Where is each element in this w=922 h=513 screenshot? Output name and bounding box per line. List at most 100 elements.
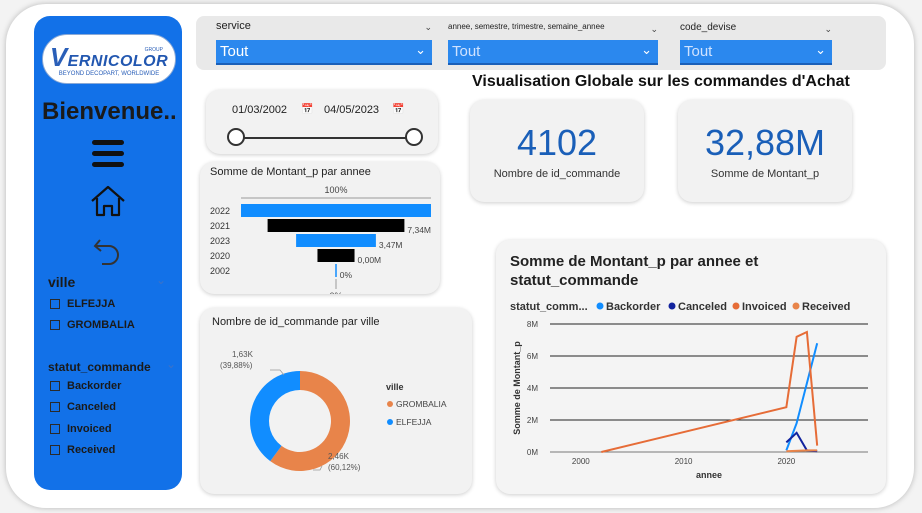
kpi-commandes-value: 4102 <box>516 122 598 163</box>
line-y-tick-label: 6M <box>527 352 538 361</box>
line-chart-card: Somme de Montant_p par annee et statut_c… <box>496 240 886 494</box>
donut-legend-label: GROMBALIA <box>396 399 447 409</box>
statut-chevron-icon[interactable]: ⌄ <box>166 357 176 371</box>
page-heading: Visualisation Globale sur les commandes … <box>472 73 850 90</box>
line-legend-marker <box>792 302 800 310</box>
line-y-tick-label: 8M <box>527 320 538 329</box>
line-x-tick-label: 2020 <box>777 457 795 466</box>
line-series-invoiced <box>601 330 819 453</box>
funnel-bar <box>296 234 376 247</box>
ville-chevron-icon[interactable]: ⌄ <box>156 273 166 287</box>
funnel-category-label: 2021 <box>210 221 230 231</box>
funnel-category-label: 2002 <box>210 266 230 276</box>
funnel-bar <box>241 204 431 217</box>
funnel-data-label: 3,47M <box>379 240 403 250</box>
donut-label-value: 1,63K <box>232 350 254 359</box>
donut-leader-line <box>270 369 285 376</box>
funnel-bar <box>335 264 337 277</box>
funnel-data-label: 0% <box>340 270 353 280</box>
ville-option-elfejja[interactable]: ELFEJJA <box>50 298 115 310</box>
service-filter: service ⌄ Tout ⌄ <box>216 20 432 65</box>
logo-tagline: BEYOND DECOPART, WORLDWIDE <box>58 70 160 77</box>
devise-dropdown[interactable]: Tout ⌄ <box>680 40 832 65</box>
line-legend-title: statut_comm... <box>510 301 588 313</box>
line-legend-marker <box>668 302 676 310</box>
kpi-montant-label: Somme de Montant_p <box>710 168 820 180</box>
funnel-chart-card: Somme de Montant_p par annee 100% 2022 202… <box>200 162 440 294</box>
end-date[interactable]: 04/05/2023 <box>324 104 379 116</box>
donut-legend-marker <box>387 401 393 407</box>
line-legend-label: Invoiced <box>742 301 787 313</box>
line-legend-label: Canceled <box>678 301 727 313</box>
donut-slice-elfejja <box>250 371 300 462</box>
company-logo: GROUP VERNICOLOR BEYOND DECOPART, WORLDW… <box>42 34 176 84</box>
ville-slicer-title: ville <box>48 274 76 290</box>
kpi-montant-value: 32,88M <box>704 122 826 163</box>
date-slider-start-handle[interactable] <box>227 128 245 146</box>
periode-dropdown[interactable]: Tout ⌄ <box>448 40 658 65</box>
statut-option-received[interactable]: Received <box>50 444 115 456</box>
funnel-data-label: 0,00M <box>358 255 382 265</box>
funnel-category-label: 2020 <box>210 251 230 261</box>
home-icon[interactable] <box>88 183 128 219</box>
statut-slicer-title: statut_commande <box>48 360 151 374</box>
line-series-received <box>786 449 818 453</box>
calendar-icon[interactable]: 📅 <box>301 104 313 115</box>
donut-legend-marker <box>387 419 393 425</box>
donut-chart-card: Nombre de id_commande par ville 2,46K (60… <box>200 308 472 494</box>
ville-option-grombalia[interactable]: GROMBALIA <box>50 319 135 331</box>
date-range-slicer: 01/03/2002 📅 04/05/2023 📅 <box>206 90 438 154</box>
funnel-chart: 100% 2022 2021 7,34M 2023 3,47M 2020 0,00M 2002 0… <box>210 185 431 294</box>
line-legend-label: Backorder <box>606 301 661 313</box>
line-legend-label: Received <box>802 301 850 313</box>
line-y-tick-label: 0M <box>527 448 538 457</box>
line-x-tick-label: 2000 <box>572 457 590 466</box>
line-x-tick-label: 2010 <box>675 457 693 466</box>
statut-option-backorder[interactable]: Backorder <box>50 380 121 392</box>
funnel-top-label: 100% <box>324 185 347 195</box>
chevron-down-icon: ⌄ <box>641 42 652 57</box>
calendar-icon[interactable]: 📅 <box>392 104 404 115</box>
kpi-commandes-label: Nombre de id_commande <box>493 168 621 180</box>
funnel-bottom-label: 0% <box>329 291 342 294</box>
service-filter-label: service <box>216 20 251 32</box>
date-slider-track[interactable] <box>236 137 414 139</box>
line-y-tick-label: 2M <box>527 416 538 425</box>
line-y-axis-label: Somme de Montant_p <box>512 341 522 435</box>
logo-group-text: GROUP <box>144 47 163 53</box>
date-slider-end-handle[interactable] <box>405 128 423 146</box>
kpi-card-commandes: 4102 Nombre de id_commande <box>470 100 644 202</box>
donut-label-pct: (39,88%) <box>220 361 253 370</box>
devise-filter-label: code_devise <box>680 22 737 33</box>
welcome-title: Bienvenue.. <box>42 98 177 125</box>
line-legend-marker <box>732 302 740 310</box>
chevron-down-icon: ⌄ <box>815 42 826 57</box>
service-dropdown[interactable]: Tout ⌄ <box>216 40 432 65</box>
donut-label-pct: (60,12%) <box>328 463 361 472</box>
service-collapse-icon[interactable]: ⌄ <box>424 22 432 33</box>
funnel-data-label: 7,34M <box>407 225 431 235</box>
statut-option-canceled[interactable]: Canceled <box>50 401 116 413</box>
devise-filter: code_devise ⌄ Tout ⌄ <box>680 22 832 65</box>
chevron-down-icon: ⌄ <box>415 42 426 57</box>
hamburger-menu-icon[interactable] <box>92 140 124 170</box>
donut-legend-label: ELFEJJA <box>396 417 432 427</box>
donut-legend-title: ville <box>386 382 404 392</box>
funnel-category-label: 2023 <box>210 236 230 246</box>
devise-collapse-icon[interactable]: ⌄ <box>824 24 832 35</box>
kpi-card-montant: 32,88M Somme de Montant_p <box>678 100 852 202</box>
funnel-bar <box>267 219 405 232</box>
periode-collapse-icon[interactable]: ⌄ <box>650 24 658 35</box>
funnel-bar <box>317 249 355 262</box>
donut-label-value: 2,46K <box>328 452 350 461</box>
periode-filter: annee, semestre, trimestre, semaine_anne… <box>448 22 658 65</box>
line-legend-marker <box>596 302 604 310</box>
back-arrow-icon[interactable] <box>92 236 122 268</box>
line-y-tick-label: 4M <box>527 384 538 393</box>
statut-option-invoiced[interactable]: Invoiced <box>50 423 112 435</box>
line-chart: statut_comm... Backorder Canceled Invoiced R… <box>510 301 868 480</box>
donut-chart: 2,46K (60,12%) 1,63K (39,88%) ville GROMBALIA… <box>220 350 447 472</box>
line-x-axis-label: annee <box>696 470 722 480</box>
periode-filter-label: annee, semestre, trimestre, semaine_anne… <box>448 22 605 31</box>
start-date[interactable]: 01/03/2002 <box>232 104 287 116</box>
